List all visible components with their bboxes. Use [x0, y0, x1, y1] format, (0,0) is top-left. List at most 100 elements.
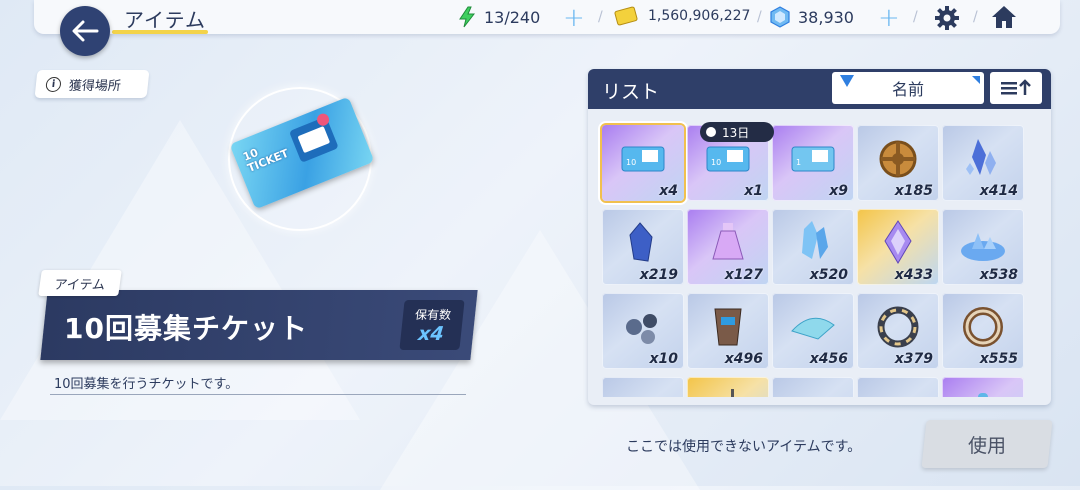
gem-value: 38,930 [798, 7, 854, 27]
item-quantity: x127 [724, 267, 763, 283]
gold-display: 1,560,906,227 [614, 6, 750, 26]
item-quantity: x433 [894, 267, 933, 283]
item-slot[interactable]: x10 [602, 293, 684, 369]
item-quantity: x1 [744, 183, 763, 199]
acquisition-source-button[interactable]: i 獲得場所 [34, 70, 150, 98]
ticket-10-icon: 10 [621, 146, 665, 172]
settings-button[interactable] [934, 5, 960, 35]
owned-count-box: 保有数 x4 [399, 300, 465, 350]
arrow-left-icon [72, 20, 99, 42]
item-description: 10回募集を行うチケットです。 [54, 377, 239, 392]
sort-order-button[interactable] [990, 72, 1042, 104]
crystal-cluster-icon [802, 221, 828, 259]
page-title: アイテム [124, 8, 206, 32]
ticket-label: 10 TICKET [241, 145, 291, 175]
item-quantity: x219 [639, 267, 678, 283]
item-slot[interactable]: 10 x4 [602, 125, 684, 201]
sort-dropdown[interactable]: 名前 [832, 72, 984, 104]
bronze-ring-icon [963, 307, 1003, 347]
gem-icon [770, 6, 790, 28]
back-button[interactable] [60, 6, 110, 56]
list-title: リスト [602, 81, 660, 103]
item-slot[interactable]: x520 [772, 209, 854, 285]
plant-pot-icon [788, 387, 838, 397]
expiry-timer-badge: 13日 [700, 122, 774, 142]
timer-text: 13日 [722, 125, 750, 140]
item-quantity: x538 [979, 267, 1018, 283]
item-name: 10回募集チケット [64, 312, 308, 345]
dropdown-corner-icon [972, 76, 980, 84]
ticket-1-icon: 1 [791, 146, 835, 172]
item-slot[interactable]: x414 [942, 125, 1024, 201]
info-icon: i [45, 76, 62, 92]
juice-box-icon [731, 389, 734, 397]
sort-ascending-icon [1001, 79, 1031, 95]
item-slot[interactable]: x379 [857, 293, 939, 369]
owned-label: 保有数 [414, 308, 452, 322]
purple-item-icon [978, 393, 988, 397]
use-button[interactable]: 使用 [921, 420, 1053, 468]
item-slot[interactable] [602, 377, 684, 397]
separator: / [913, 9, 918, 25]
item-quantity: x496 [724, 351, 763, 367]
ice-shard-icon [791, 317, 835, 340]
crystal-pile-icon [961, 233, 1005, 261]
item-slot[interactable] [772, 377, 854, 397]
item-slot[interactable]: x127 [687, 209, 769, 285]
add-gems-button[interactable]: + [878, 3, 900, 33]
add-stamina-button[interactable]: + [563, 3, 585, 33]
divider [50, 394, 466, 395]
item-quantity: x4 [659, 183, 678, 199]
crystal-shards-icon [966, 139, 996, 175]
gem-prism-icon [884, 220, 912, 264]
separator: / [598, 9, 603, 25]
item-quantity: x9 [829, 183, 848, 199]
gold-value: 1,560,906,227 [648, 8, 751, 24]
use-button-label: 使用 [967, 434, 1006, 457]
bronze-wheel-icon [879, 140, 917, 178]
item-type-tag: アイテム [38, 270, 122, 296]
item-slot[interactable]: x555 [942, 293, 1024, 369]
owned-count: x4 [417, 323, 445, 345]
gem-display: 38,930 [770, 6, 854, 28]
blue-crystal-icon [629, 222, 653, 262]
item-slot[interactable]: x538 [942, 209, 1024, 285]
item-slot[interactable] [687, 377, 769, 397]
separator: / [973, 9, 978, 25]
potion-bottle-icon [712, 223, 744, 260]
item-slot[interactable] [857, 377, 939, 397]
item-slot[interactable]: 1 x9 [772, 125, 854, 201]
item-slot[interactable]: x185 [857, 125, 939, 201]
item-quantity: x414 [979, 183, 1018, 199]
title-underline [112, 30, 208, 34]
svg-text:10: 10 [711, 158, 721, 167]
item-slot[interactable]: x219 [602, 209, 684, 285]
svg-text:1: 1 [796, 158, 801, 167]
acquisition-source-label: 獲得場所 [68, 78, 122, 94]
item-slot[interactable]: x496 [687, 293, 769, 369]
gear-ring-icon [877, 306, 919, 348]
card-icon [618, 387, 668, 397]
gear-icon [935, 6, 959, 30]
item-quantity: x185 [894, 183, 933, 199]
item-quantity: x520 [809, 267, 848, 283]
sort-label: 名前 [891, 80, 924, 99]
item-grid: 10 x4 10 x1 1 x9 x185 x414 x219 x127 x520 x433 x538 x… [596, 117, 1048, 397]
envelope-icon [288, 111, 339, 163]
separator: / [757, 9, 762, 25]
item-slot[interactable] [942, 377, 1024, 397]
item-quantity: x555 [979, 351, 1018, 367]
item-slot[interactable]: x433 [857, 209, 939, 285]
filter-icon [840, 75, 854, 87]
home-button[interactable] [990, 4, 1018, 34]
gold-card-icon [614, 6, 638, 26]
clock-icon [706, 127, 716, 137]
lightning-icon [459, 6, 476, 28]
metal-parts-icon [626, 314, 657, 344]
armor-piece-icon [714, 308, 742, 346]
stamina-display: 13/240 [458, 6, 540, 28]
stamina-value: 13/240 [484, 7, 541, 27]
green-item-icon [873, 387, 923, 397]
home-icon [992, 6, 1016, 28]
item-slot[interactable]: x456 [772, 293, 854, 369]
